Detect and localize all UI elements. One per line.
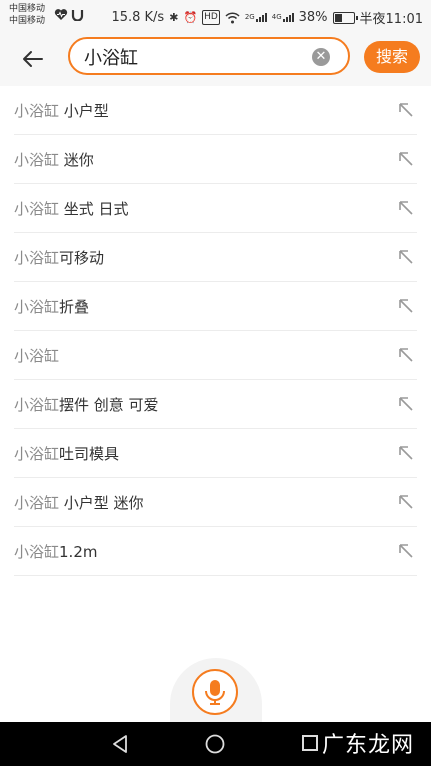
clock: 半夜11:01 [359, 12, 423, 27]
suggestion-item[interactable]: 小浴缸吐司模具 [14, 429, 417, 478]
suggestion-keyword: 小浴缸 [14, 249, 60, 267]
suggestion-rest: 坐式 日式 [59, 200, 129, 218]
fill-arrow-icon[interactable] [397, 493, 415, 511]
suggestion-rest: 摆件 创意 可爱 [59, 396, 159, 414]
battery-fill [334, 13, 343, 22]
system-nav-bar: 广东龙网 [0, 722, 431, 766]
suggestion-keyword: 小浴缸 [14, 151, 60, 169]
app-notification-icon [71, 10, 84, 21]
notification-icons [54, 8, 84, 21]
battery-icon [332, 11, 358, 24]
battery-percent: 38% [298, 10, 328, 25]
nav-home-icon[interactable] [205, 734, 225, 754]
suggestion-rest: 折叠 [59, 298, 90, 316]
suggestion-rest: 小户型 [59, 102, 109, 120]
fill-arrow-icon[interactable] [397, 199, 415, 217]
suggestion-text: 小浴缸 坐式 日式 [14, 199, 129, 219]
suggestion-keyword: 小浴缸 [14, 445, 60, 463]
network-speed: 15.8 K/s [111, 10, 165, 25]
status-right: 15.8 K/s ✱ ⏰ HD 2G 4G 38% 半夜11:01 [111, 8, 423, 27]
carrier-2: 中国移动 [9, 16, 46, 26]
suggestion-rest: 小户型 迷你 [59, 494, 144, 512]
suggestion-keyword: 小浴缸 [14, 298, 60, 316]
suggestion-text: 小浴缸摆件 创意 可爱 [14, 395, 159, 415]
fill-arrow-icon[interactable] [397, 248, 415, 266]
suggestion-item[interactable]: 小浴缸摆件 创意 可爱 [14, 380, 417, 429]
suggestion-text: 小浴缸可移动 [14, 248, 104, 268]
suggestion-list: 小浴缸 小户型 小浴缸 迷你 小浴缸 坐式 日式 小浴缸可移动 小浴缸折叠 小浴缸 小浴缸摆… [0, 86, 431, 576]
signal-2g-icon: 2G [245, 13, 267, 22]
suggestion-item[interactable]: 小浴缸 迷你 [14, 135, 417, 184]
voice-area [0, 650, 431, 730]
alarm-icon: ⏰ [183, 11, 198, 24]
clear-icon[interactable]: ✕ [312, 48, 330, 66]
microphone-icon [205, 680, 225, 705]
suggestion-keyword: 小浴缸 [14, 543, 60, 561]
suggestion-rest: 迷你 [59, 151, 94, 169]
suggestion-keyword: 小浴缸 [14, 102, 60, 120]
nav-back-icon[interactable] [110, 734, 130, 754]
carrier-1: 中国移动 [9, 4, 46, 14]
back-arrow-icon[interactable] [18, 44, 48, 74]
suggestion-item[interactable]: 小浴缸1.2m [14, 527, 417, 576]
heart-pulse-icon [54, 9, 68, 20]
suggestion-text: 小浴缸 小户型 [14, 101, 109, 121]
suggestion-text: 小浴缸1.2m [14, 542, 97, 562]
watermark: 广东龙网 [322, 733, 415, 758]
search-input[interactable] [84, 45, 304, 69]
suggestion-item[interactable]: 小浴缸 [14, 331, 417, 380]
suggestion-rest: 吐司模具 [59, 445, 120, 463]
suggestion-item[interactable]: 小浴缸 坐式 日式 [14, 184, 417, 233]
carrier-info: 中国移动 中国移动 [9, 3, 45, 27]
suggestion-text: 小浴缸折叠 [14, 297, 89, 317]
search-button[interactable]: 搜索 [364, 41, 420, 73]
suggestion-item[interactable]: 小浴缸折叠 [14, 282, 417, 331]
signal-4g-icon: 4G [272, 13, 294, 22]
suggestion-keyword: 小浴缸 [14, 396, 60, 414]
fill-arrow-icon[interactable] [397, 101, 415, 119]
suggestion-rest: 可移动 [59, 249, 105, 267]
suggestion-item[interactable]: 小浴缸 小户型 [14, 86, 417, 135]
suggestion-item[interactable]: 小浴缸 小户型 迷你 [14, 478, 417, 527]
fill-arrow-icon[interactable] [397, 346, 415, 364]
fill-arrow-icon[interactable] [397, 297, 415, 315]
suggestion-rest: 1.2m [59, 543, 98, 561]
fill-arrow-icon[interactable] [397, 150, 415, 168]
suggestion-text: 小浴缸 迷你 [14, 150, 94, 170]
voice-search-button[interactable] [192, 669, 238, 715]
search-box[interactable]: ✕ [68, 37, 350, 75]
fill-arrow-icon[interactable] [397, 444, 415, 462]
fill-arrow-icon[interactable] [397, 542, 415, 560]
wifi-icon [225, 11, 240, 23]
suggestion-keyword: 小浴缸 [14, 494, 60, 512]
suggestion-keyword: 小浴缸 [14, 200, 60, 218]
nav-recent-icon[interactable] [302, 735, 318, 751]
suggestion-item[interactable]: 小浴缸可移动 [14, 233, 417, 282]
bluetooth-icon: ✱ [169, 11, 179, 24]
suggestion-text: 小浴缸吐司模具 [14, 444, 119, 464]
suggestion-text: 小浴缸 小户型 迷你 [14, 493, 144, 513]
suggestion-keyword: 小浴缸 [14, 347, 60, 365]
fill-arrow-icon[interactable] [397, 395, 415, 413]
search-header: ✕ 搜索 [0, 32, 431, 86]
status-bar: 中国移动 中国移动 15.8 K/s ✱ ⏰ HD 2G 4G 38% 半夜11… [0, 0, 431, 32]
suggestion-text: 小浴缸 [14, 346, 59, 366]
hd-icon: HD [202, 10, 220, 25]
